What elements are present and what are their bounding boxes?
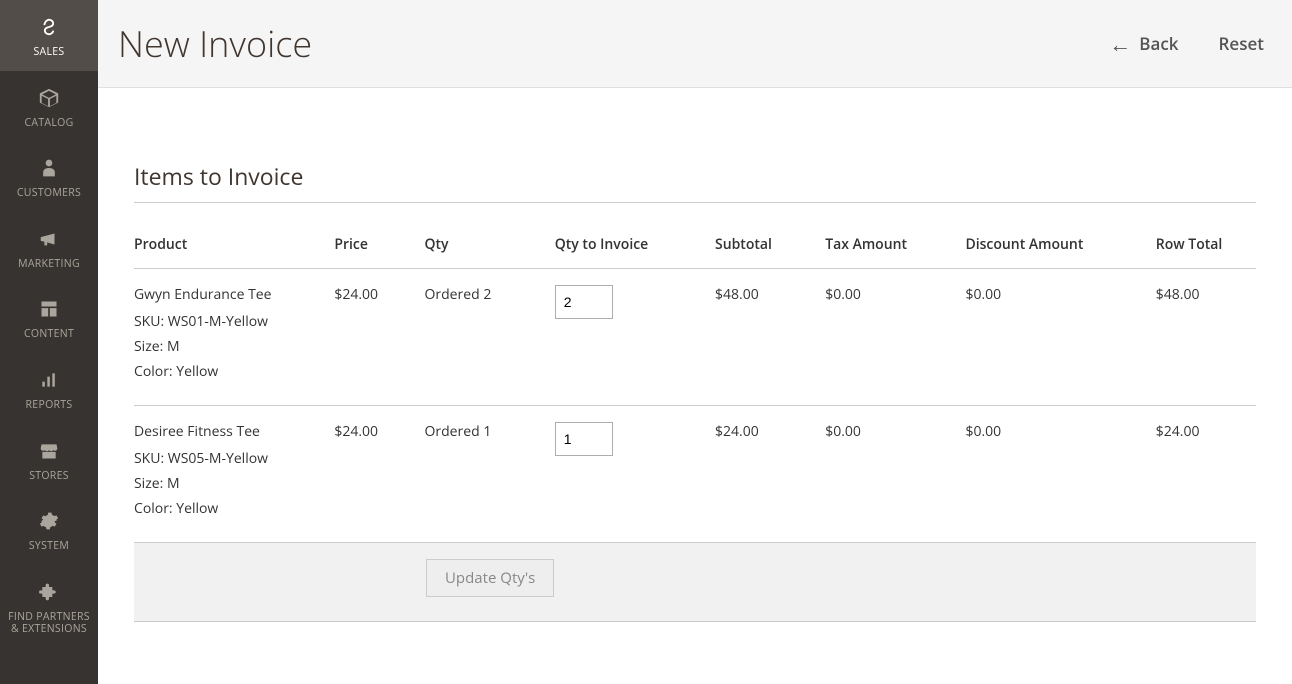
section-title-items: Items to Invoice bbox=[134, 160, 1256, 203]
person-icon bbox=[35, 155, 63, 181]
admin-sidebar: SALES CATALOG CUSTOMERS MARKETING CONTEN bbox=[0, 0, 98, 684]
discount-cell: $0.00 bbox=[965, 269, 1155, 406]
tax-cell: $0.00 bbox=[825, 269, 965, 406]
storefront-icon bbox=[35, 438, 63, 464]
sidebar-item-label: REPORTS bbox=[26, 399, 73, 412]
sidebar-item-sales[interactable]: SALES bbox=[0, 0, 98, 71]
sidebar-item-label: CATALOG bbox=[24, 117, 73, 130]
size-label: Size: bbox=[134, 337, 163, 356]
rowtotal-cell: $48.00 bbox=[1156, 269, 1256, 406]
ordered-label: Ordered bbox=[425, 422, 480, 441]
sidebar-item-stores[interactable]: STORES bbox=[0, 424, 98, 495]
sku-label: SKU: bbox=[134, 449, 164, 468]
megaphone-icon bbox=[35, 226, 63, 252]
puzzle-icon bbox=[35, 579, 63, 605]
invoice-items-table: Product Price Qty Qty to Invoice Subtota… bbox=[134, 211, 1256, 622]
sidebar-item-reports[interactable]: REPORTS bbox=[0, 353, 98, 424]
sidebar-item-partners[interactable]: FIND PARTNERS & EXTENSIONS bbox=[0, 565, 98, 648]
ordered-label: Ordered bbox=[425, 285, 480, 304]
col-qty: Qty bbox=[425, 211, 555, 269]
price-cell: $24.00 bbox=[334, 406, 424, 543]
reset-button[interactable]: Reset bbox=[1219, 32, 1264, 55]
qty-to-invoice-input[interactable] bbox=[555, 422, 613, 456]
rowtotal-cell: $24.00 bbox=[1156, 406, 1256, 543]
sidebar-item-customers[interactable]: CUSTOMERS bbox=[0, 141, 98, 212]
sidebar-item-content[interactable]: CONTENT bbox=[0, 282, 98, 353]
gear-icon bbox=[35, 508, 63, 534]
sidebar-item-marketing[interactable]: MARKETING bbox=[0, 212, 98, 283]
sidebar-item-label: CUSTOMERS bbox=[17, 187, 81, 200]
sidebar-item-label: SALES bbox=[34, 46, 65, 59]
col-rowtotal: Row Total bbox=[1156, 211, 1256, 269]
price-cell: $24.00 bbox=[334, 269, 424, 406]
back-button[interactable]: ← Back bbox=[1109, 32, 1178, 55]
tax-cell: $0.00 bbox=[825, 406, 965, 543]
sidebar-item-catalog[interactable]: CATALOG bbox=[0, 71, 98, 142]
update-qty-button[interactable]: Update Qty's bbox=[426, 559, 554, 597]
col-product: Product bbox=[134, 211, 334, 269]
col-tax: Tax Amount bbox=[825, 211, 965, 269]
sku-value: WS01-M-Yellow bbox=[168, 312, 268, 331]
sidebar-item-label: CONTENT bbox=[24, 328, 74, 341]
col-discount: Discount Amount bbox=[965, 211, 1155, 269]
sidebar-item-label: SYSTEM bbox=[29, 540, 69, 553]
sidebar-item-system[interactable]: SYSTEM bbox=[0, 494, 98, 565]
size-value: M bbox=[167, 337, 180, 356]
dollar-icon bbox=[35, 14, 63, 40]
sku-label: SKU: bbox=[134, 312, 164, 331]
ordered-value: 1 bbox=[483, 422, 491, 441]
ordered-value: 2 bbox=[483, 285, 491, 304]
bar-chart-icon bbox=[35, 367, 63, 393]
layout-icon bbox=[35, 296, 63, 322]
table-row: Desiree Fitness Tee SKU: WS05-M-Yellow S… bbox=[134, 406, 1256, 543]
sku-value: WS05-M-Yellow bbox=[168, 449, 268, 468]
color-label: Color: bbox=[134, 362, 173, 381]
page-title: New Invoice bbox=[118, 19, 1109, 68]
page-header: New Invoice ← Back Reset bbox=[98, 0, 1292, 88]
subtotal-cell: $24.00 bbox=[715, 406, 825, 543]
size-label: Size: bbox=[134, 474, 163, 493]
box-icon bbox=[35, 85, 63, 111]
subtotal-cell: $48.00 bbox=[715, 269, 825, 406]
product-name: Gwyn Endurance Tee bbox=[134, 285, 324, 304]
color-value: Yellow bbox=[176, 499, 218, 518]
arrow-left-icon: ← bbox=[1109, 33, 1131, 55]
discount-cell: $0.00 bbox=[965, 406, 1155, 543]
sidebar-item-label: MARKETING bbox=[18, 258, 80, 271]
size-value: M bbox=[167, 474, 180, 493]
table-row: Gwyn Endurance Tee SKU: WS01-M-Yellow Si… bbox=[134, 269, 1256, 406]
update-qty-row: Update Qty's bbox=[134, 543, 1256, 622]
back-button-label: Back bbox=[1139, 32, 1178, 55]
col-price: Price bbox=[334, 211, 424, 269]
sidebar-item-label: FIND PARTNERS & EXTENSIONS bbox=[4, 611, 94, 636]
main-content: New Invoice ← Back Reset Items to Invoic… bbox=[98, 0, 1292, 684]
qty-to-invoice-input[interactable] bbox=[555, 285, 613, 319]
col-qty-invoice: Qty to Invoice bbox=[555, 211, 715, 269]
color-value: Yellow bbox=[176, 362, 218, 381]
col-subtotal: Subtotal bbox=[715, 211, 825, 269]
product-name: Desiree Fitness Tee bbox=[134, 422, 324, 441]
sidebar-item-label: STORES bbox=[29, 470, 69, 483]
color-label: Color: bbox=[134, 499, 173, 518]
